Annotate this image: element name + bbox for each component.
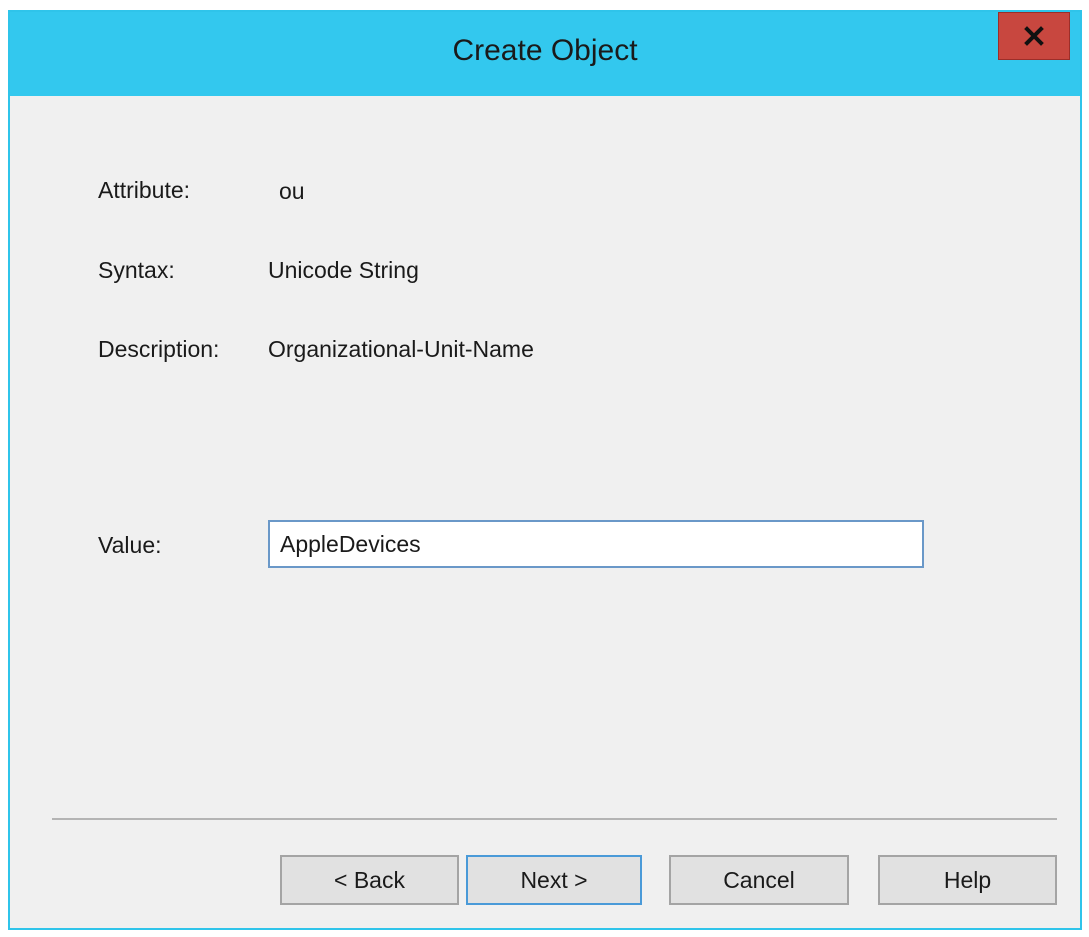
dialog-title: Create Object	[452, 34, 638, 67]
syntax-label: Syntax:	[98, 257, 175, 283]
attribute-label: Attribute:	[98, 177, 191, 203]
syntax-value: Unicode String	[268, 257, 419, 283]
close-icon	[1024, 26, 1044, 46]
create-object-dialog: Create Object Attribute: ou Syntax: Unic…	[8, 10, 1082, 930]
help-button[interactable]: Help	[878, 855, 1057, 905]
value-input[interactable]	[268, 520, 924, 568]
description-value: Organizational-Unit-Name	[268, 336, 534, 362]
separator	[52, 818, 1057, 820]
description-label: Description:	[98, 336, 220, 362]
next-button[interactable]: Next >	[466, 855, 642, 905]
title-bar[interactable]: Create Object	[10, 12, 1080, 96]
close-button[interactable]	[998, 12, 1070, 60]
attribute-value: ou	[279, 178, 305, 204]
cancel-button[interactable]: Cancel	[669, 855, 849, 905]
back-button[interactable]: < Back	[280, 855, 459, 905]
value-label: Value:	[98, 532, 162, 558]
